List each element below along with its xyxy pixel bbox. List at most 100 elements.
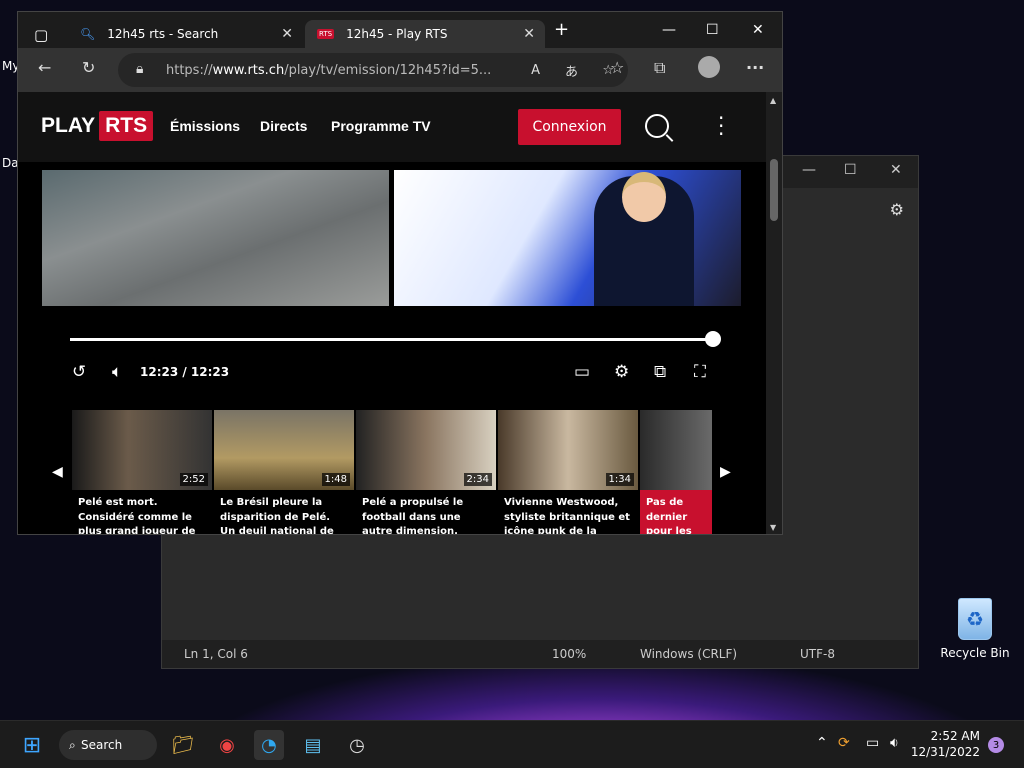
close-icon[interactable]: ✕ bbox=[890, 162, 902, 178]
video-title: Le Brésil pleure la disparition de Pelé.… bbox=[220, 497, 334, 534]
video-title: Pas de dernier pour les habit de quartie… bbox=[640, 490, 712, 534]
search-icon[interactable] bbox=[645, 114, 669, 138]
video-thumbnail: 2:34 bbox=[356, 410, 496, 490]
related-videos-carousel: 2:52 Pelé est mort. Considéré comme le p… bbox=[72, 410, 712, 534]
video-card[interactable]: 1:48 Le Brésil pleure la disparition de … bbox=[214, 410, 354, 534]
browser-toolbar: ← ↻ 🔒︎ https://www.rts.ch/play/tv/emissi… bbox=[18, 48, 782, 92]
page-scrollbar[interactable]: ▲ ▼ bbox=[766, 92, 782, 534]
picture-in-picture-icon[interactable]: ⧉ bbox=[654, 362, 666, 382]
recycle-bin[interactable]: ♻ Recycle Bin bbox=[940, 598, 1010, 660]
video-card[interactable]: 1:34 Vivienne Westwood, styliste britann… bbox=[498, 410, 638, 534]
scroll-up-icon[interactable]: ▲ bbox=[770, 96, 776, 105]
translate-icon[interactable]: あ bbox=[565, 61, 578, 80]
scrollbar-thumb[interactable] bbox=[770, 159, 778, 221]
video-duration: 2:34 bbox=[463, 473, 492, 486]
video-card[interactable]: 2:34 Pelé a propulsé le football dans un… bbox=[356, 410, 496, 534]
line-ending: Windows (CRLF) bbox=[640, 647, 738, 661]
close-tab-icon[interactable]: ✕ bbox=[281, 26, 293, 42]
collections-icon[interactable]: ⧉ bbox=[654, 58, 665, 78]
presenter-figure bbox=[594, 172, 694, 306]
carousel-prev-icon[interactable]: ◀ bbox=[52, 464, 63, 480]
tab-label: 12h45 - Play RTS bbox=[346, 27, 448, 41]
logo-play: PLAY bbox=[41, 114, 96, 137]
maximize-icon[interactable]: ☐ bbox=[844, 162, 857, 178]
clock-date: 12/31/2022 bbox=[910, 745, 980, 759]
start-icon[interactable]: ⊞ bbox=[17, 730, 47, 760]
url-path: /play/tv/emission/12h45?id=5... bbox=[284, 62, 492, 78]
close-icon[interactable]: ✕ bbox=[752, 22, 764, 38]
notification-badge[interactable]: 3 bbox=[988, 737, 1004, 753]
nav-emissions[interactable]: Émissions bbox=[170, 118, 240, 134]
play-rts-logo[interactable]: PLAY RTS bbox=[41, 111, 154, 141]
network-icon[interactable]: ▭ bbox=[866, 735, 879, 751]
search-label: Search bbox=[81, 738, 123, 752]
video-title: Pelé est mort. Considéré comme le plus g… bbox=[78, 497, 196, 534]
address-bar[interactable]: 🔒︎ https://www.rts.ch/play/tv/emission/1… bbox=[118, 53, 628, 87]
replay-icon[interactable]: ↺ bbox=[72, 362, 86, 382]
playback-time: 12:23 / 12:23 bbox=[140, 365, 230, 379]
new-tab-icon[interactable]: + bbox=[554, 19, 569, 40]
video-thumbnail: 1:48 bbox=[214, 410, 354, 490]
tab-play-rts[interactable]: RTS 12h45 - Play RTS ✕ bbox=[305, 20, 545, 48]
video-thumbnail: 2:52 bbox=[72, 410, 212, 490]
video-card[interactable]: Pas de dernier pour les habit de quartie… bbox=[640, 410, 712, 534]
tab-bar: ▢ 🔍︎ 12h45 rts - Search ✕ RTS 12h45 - Pl… bbox=[18, 12, 782, 48]
search-icon: 🔍︎ bbox=[80, 27, 96, 41]
volume-icon[interactable]: 🔉︎ bbox=[890, 735, 899, 751]
menu-icon[interactable]: · · · bbox=[718, 108, 724, 144]
taskbar-search[interactable]: ⌕ Search bbox=[59, 730, 157, 760]
nav-directs[interactable]: Directs bbox=[260, 118, 307, 134]
subtitles-icon[interactable]: ▭ bbox=[574, 362, 590, 382]
site-header: PLAY RTS Émissions Directs Programme TV … bbox=[18, 92, 766, 162]
notepad-icon[interactable]: ▤ bbox=[298, 730, 328, 760]
taskbar: ⊞ ⌕ Search 📁︎ ◉ ◔ ▤ ◷ ⌃ ⟳ ▭ 🔉︎ 2:52 AM 1… bbox=[0, 720, 1024, 768]
video-frame-presenter bbox=[394, 170, 741, 306]
tab-actions-icon[interactable]: ▢ bbox=[34, 26, 48, 44]
sync-icon[interactable]: ⟳ bbox=[838, 735, 850, 751]
more-icon[interactable]: ··· bbox=[746, 58, 764, 77]
progress-bar[interactable] bbox=[70, 338, 713, 341]
volume-icon[interactable]: 🔈︎ bbox=[112, 362, 122, 382]
profile-avatar[interactable] bbox=[698, 56, 720, 78]
video-thumbnail: 1:34 bbox=[498, 410, 638, 490]
carousel-next-icon[interactable]: ▶ bbox=[720, 464, 731, 480]
search-icon: ⌕ bbox=[69, 737, 76, 752]
rts-favicon: RTS bbox=[317, 29, 335, 39]
url-domain: www.rts.ch bbox=[212, 62, 285, 78]
progress-handle[interactable] bbox=[705, 331, 721, 347]
video-card[interactable]: 2:52 Pelé est mort. Considéré comme le p… bbox=[72, 410, 212, 534]
url-prefix: https:// bbox=[166, 62, 213, 78]
tab-search[interactable]: 🔍︎ 12h45 rts - Search ✕ bbox=[68, 20, 303, 48]
zoom-level: 100% bbox=[552, 647, 587, 661]
maximize-icon[interactable]: ☐ bbox=[706, 22, 719, 38]
chevron-up-icon[interactable]: ⌃ bbox=[816, 735, 828, 751]
fullscreen-icon[interactable]: ⛶ bbox=[694, 362, 706, 382]
back-icon[interactable]: ← bbox=[38, 58, 51, 77]
video-duration: 1:48 bbox=[321, 473, 350, 486]
logo-rts: RTS bbox=[99, 111, 154, 141]
read-aloud-icon[interactable]: A bbox=[531, 63, 540, 78]
video-title: Vivienne Westwood, styliste britannique … bbox=[504, 497, 630, 534]
video-thumbnail bbox=[640, 410, 712, 490]
clock-app-icon[interactable]: ◷ bbox=[342, 730, 372, 760]
encoding: UTF-8 bbox=[800, 647, 835, 661]
gear-icon[interactable]: ⚙ bbox=[890, 200, 904, 219]
file-explorer-icon[interactable]: 📁︎ bbox=[168, 730, 198, 760]
minimize-icon[interactable]: — bbox=[802, 162, 816, 178]
minimize-icon[interactable]: — bbox=[662, 22, 676, 38]
recycle-bin-label: Recycle Bin bbox=[940, 646, 1010, 660]
favorites-icon[interactable]: ☆ bbox=[610, 58, 624, 77]
lock-icon: 🔒︎ bbox=[136, 61, 144, 77]
login-button[interactable]: Connexion bbox=[518, 109, 621, 145]
notepad-statusbar: Ln 1, Col 6 100% Windows (CRLF) UTF-8 bbox=[162, 640, 918, 668]
refresh-icon[interactable]: ↻ bbox=[82, 58, 95, 77]
nav-programme-tv[interactable]: Programme TV bbox=[331, 118, 431, 134]
video-duration: 1:34 bbox=[605, 473, 634, 486]
settings-icon[interactable]: ⚙ bbox=[614, 362, 629, 382]
taskbar-clock[interactable]: 2:52 AM 12/31/2022 bbox=[911, 728, 980, 760]
edge-icon[interactable]: ◔ bbox=[254, 730, 284, 760]
close-tab-icon[interactable]: ✕ bbox=[523, 26, 535, 42]
chrome-icon[interactable]: ◉ bbox=[212, 730, 242, 760]
scroll-down-icon[interactable]: ▼ bbox=[770, 523, 776, 532]
tab-label: 12h45 rts - Search bbox=[107, 27, 219, 41]
